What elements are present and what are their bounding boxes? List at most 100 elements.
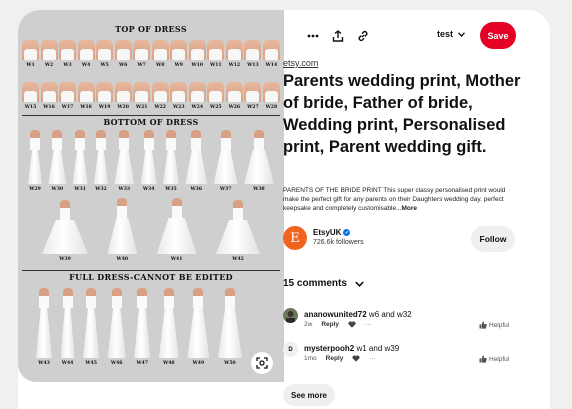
dress-option-label: W48 — [163, 361, 175, 366]
avatar[interactable] — [283, 308, 298, 323]
dress-illustration — [140, 130, 157, 184]
creator-followers: 726.6k followers — [313, 239, 364, 246]
helpful-button[interactable]: Helpful — [479, 321, 509, 329]
board-select[interactable]: test — [437, 29, 465, 39]
comment-username[interactable]: mysterpooh2 — [304, 344, 354, 353]
dress-illustration — [114, 130, 135, 184]
avatar[interactable]: D — [283, 342, 298, 357]
dress-illustration — [42, 200, 88, 254]
dress-option-label: W32 — [95, 187, 107, 192]
dress-option-label: W49 — [192, 361, 205, 366]
dress-option: W48 — [158, 288, 179, 366]
comment-options-icon[interactable]: ··· — [369, 355, 376, 362]
dress-option-label: W30 — [51, 187, 64, 192]
dress-option: W49 — [187, 288, 210, 366]
dress-top-illustration — [170, 82, 188, 102]
dress-option-label: W20 — [117, 105, 129, 110]
follow-button[interactable]: Follow — [471, 226, 515, 252]
dress-top-option: W8 — [151, 40, 169, 68]
dress-illustration — [185, 130, 208, 184]
dress-top-option: W6 — [114, 40, 132, 68]
dress-top-option: W25 — [207, 82, 225, 110]
dress-option-label: W5 — [100, 63, 109, 68]
reply-button[interactable]: Reply — [321, 321, 339, 328]
dress-option-label: W44 — [61, 361, 74, 366]
pin-description: PARENTS OF THE BRIDE PRINT This super cl… — [283, 186, 515, 213]
helpful-button[interactable]: Helpful — [479, 355, 509, 363]
dress-option-label: W45 — [85, 361, 97, 366]
dress-top-illustration — [96, 40, 114, 60]
dress-option-label: W23 — [172, 105, 185, 110]
dress-top-illustration — [77, 40, 95, 60]
dress-top-illustration — [207, 40, 225, 60]
creator-avatar[interactable]: E — [283, 226, 307, 250]
pin-title: Parents wedding print, Mother of bride, … — [283, 72, 521, 156]
comment-username[interactable]: ananowunited72 — [304, 310, 367, 319]
dress-illustration — [60, 288, 75, 358]
dress-option-label: W42 — [232, 257, 244, 262]
pin-image[interactable]: TOP OF DRESS W1 W2 W3 W4 W5 W6 W7 W8 W9 W10 W11 W12… — [18, 10, 284, 382]
dress-option-label: W39 — [59, 257, 71, 262]
full-dresses-row: W43 W44 W45 W46 W47 W48 W49 W50 — [36, 288, 242, 366]
dress-top-illustration — [188, 82, 206, 102]
dress-option-label: W35 — [165, 187, 177, 192]
board-name: test — [437, 29, 454, 39]
dress-top-illustration — [133, 40, 151, 60]
heart-icon[interactable] — [348, 321, 356, 328]
section-title-full-dress: FULL DRESS-CANNOT BE EDITED — [69, 272, 233, 282]
creator-name-row[interactable]: EtsyUK ✓ — [313, 228, 351, 237]
thumbs-up-icon — [479, 321, 487, 329]
dress-top-option: W24 — [188, 82, 206, 110]
tops-row-2: W15 W16 W17 W18 W19 W20 W21 W22 W23 W24 W25 W26 W27 W… — [22, 82, 280, 110]
bottoms-row-1: W29 W30 W31 W32 W33 W34 W35 W36 W37 W38 — [28, 130, 274, 192]
source-link[interactable]: etsy.com — [283, 58, 318, 68]
dress-option: W29 — [28, 130, 42, 192]
dress-top-option: W17 — [59, 82, 77, 110]
share-icon[interactable] — [328, 26, 348, 46]
save-button[interactable]: Save — [480, 22, 516, 49]
helpful-label: Helpful — [489, 355, 510, 363]
comment-age: 1mo — [304, 355, 317, 362]
more-options-icon[interactable] — [303, 26, 323, 46]
dress-option-label: W6 — [118, 63, 128, 68]
dress-option-label: W26 — [228, 105, 241, 110]
dress-illustration — [162, 130, 179, 184]
comment-options-icon[interactable]: ··· — [365, 321, 372, 328]
dress-option-label: W38 — [253, 187, 265, 192]
dress-option-label: W29 — [29, 187, 41, 192]
dress-top-option: W23 — [170, 82, 188, 110]
dress-option-label: W11 — [210, 63, 222, 68]
dress-top-illustration — [225, 40, 243, 60]
dress-illustration — [156, 198, 197, 254]
dress-option-label: W19 — [98, 105, 111, 110]
chevron-down-icon — [355, 280, 364, 287]
dress-top-option: W14 — [262, 40, 280, 68]
more-link[interactable]: More — [402, 205, 418, 212]
dress-option: W42 — [215, 200, 260, 262]
dress-top-option: W1 — [22, 40, 39, 68]
visual-search-button[interactable] — [251, 352, 273, 374]
reply-button[interactable]: Reply — [326, 355, 344, 362]
dress-option-label: W7 — [137, 63, 146, 68]
dress-illustration — [107, 288, 126, 358]
dress-top-option: W26 — [225, 82, 243, 110]
copy-link-icon[interactable] — [353, 26, 373, 46]
dress-option-label: W10 — [191, 63, 204, 68]
dress-option-label: W36 — [190, 187, 203, 192]
dress-top-illustration — [262, 82, 280, 102]
creator-name: EtsyUK — [313, 228, 342, 237]
pin-toolbar: test Save — [283, 22, 523, 50]
chevron-down-icon — [458, 31, 465, 37]
dress-option-label: W41 — [170, 257, 183, 262]
dress-top-option: W4 — [77, 40, 95, 68]
dress-option: W33 — [114, 130, 135, 192]
section-title-bottom-of-dress: BOTTOM OF DRESS — [103, 117, 199, 127]
comments-count: 15 comments — [283, 278, 347, 289]
tops-row-1: W1 W2 W3 W4 W5 W6 W7 W8 W9 W10 W11 W12 W13 W14 — [22, 40, 280, 68]
comments-toggle[interactable]: 15 comments — [283, 278, 364, 289]
dress-option-label: W12 — [228, 63, 241, 68]
dress-illustration — [36, 288, 52, 358]
see-more-button[interactable]: See more — [283, 384, 335, 406]
dress-top-illustration — [133, 82, 151, 102]
heart-icon[interactable] — [352, 355, 360, 362]
